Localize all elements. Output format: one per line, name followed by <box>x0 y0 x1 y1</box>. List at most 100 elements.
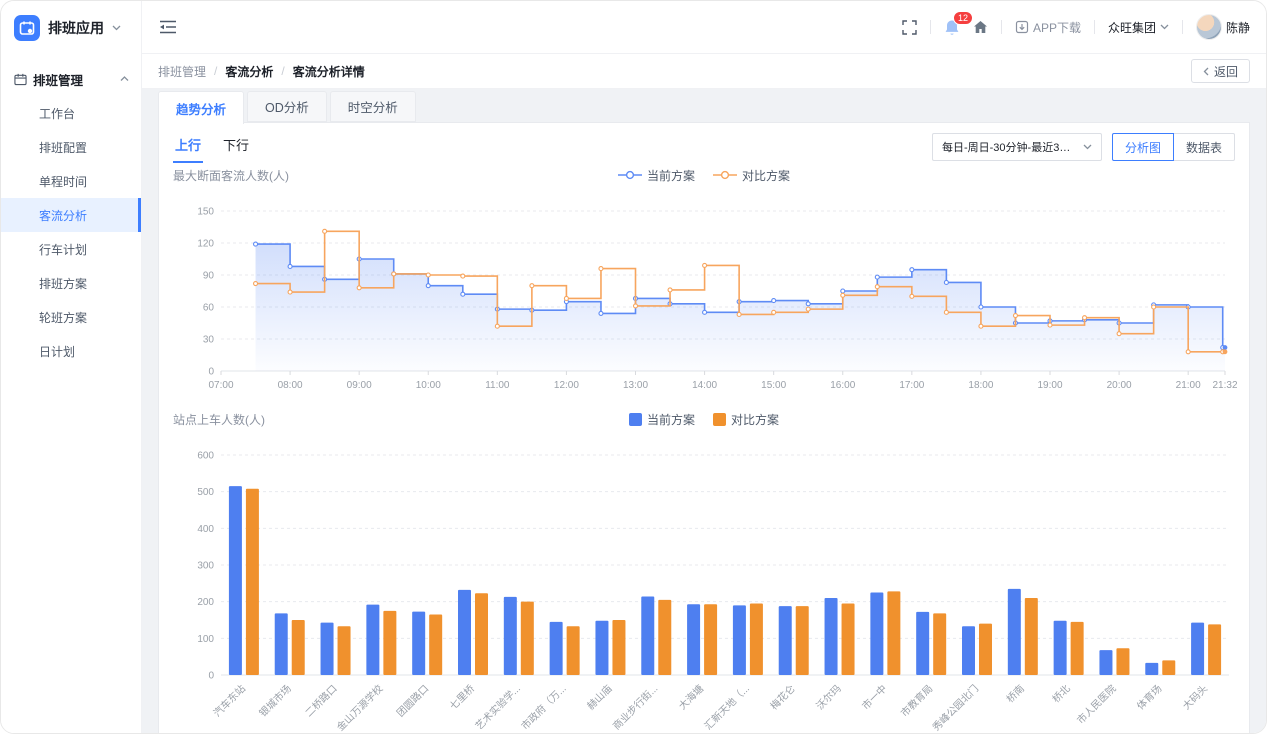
bar-current[interactable] <box>595 621 608 675</box>
bar-current[interactable] <box>1099 650 1112 675</box>
view-button-1[interactable]: 分析图 <box>1112 133 1174 161</box>
sidebar-item-6[interactable]: 排班方案 <box>1 266 141 300</box>
data-point[interactable] <box>599 267 603 271</box>
bar-current[interactable] <box>275 613 288 675</box>
data-point[interactable] <box>772 310 776 314</box>
sidebar-item-7[interactable]: 轮班方案 <box>1 300 141 334</box>
bar-current[interactable] <box>825 598 838 675</box>
data-point[interactable] <box>703 263 707 267</box>
data-point[interactable] <box>979 324 983 328</box>
bar-compare[interactable] <box>658 600 671 675</box>
notifications-bell-icon[interactable]: 12 <box>944 19 960 36</box>
bar-chart[interactable]: 0100200300400500600汽车东站银城市场二桥路口金山万源学校团圆路… <box>173 439 1237 734</box>
data-point[interactable] <box>875 275 879 279</box>
bar-current[interactable] <box>779 606 792 675</box>
data-point[interactable] <box>1117 332 1121 336</box>
bar-compare[interactable] <box>750 604 763 676</box>
bar-compare[interactable] <box>475 593 488 675</box>
line-chart[interactable]: 030609012015007:0008:0009:0010:0011:0012… <box>173 195 1237 395</box>
data-point[interactable] <box>703 310 707 314</box>
org-switcher[interactable]: 众旺集团 <box>1108 19 1169 36</box>
view-button-2[interactable]: 数据表 <box>1173 133 1235 161</box>
data-point[interactable] <box>979 305 983 309</box>
bar-compare[interactable] <box>704 604 717 675</box>
app-download-button[interactable]: APP下载 <box>1015 19 1081 36</box>
bar-compare[interactable] <box>521 602 534 675</box>
bar-current[interactable] <box>321 623 334 675</box>
bar-compare[interactable] <box>1162 660 1175 675</box>
bar-current[interactable] <box>1145 663 1158 675</box>
legend-item[interactable]: 当前方案 <box>618 167 695 184</box>
user-menu[interactable]: 陈静 <box>1196 14 1250 40</box>
data-point[interactable] <box>357 286 361 290</box>
data-point[interactable] <box>1083 316 1087 320</box>
bar-current[interactable] <box>641 597 654 675</box>
bar-compare[interactable] <box>842 604 855 676</box>
sidebar-item-1[interactable]: 工作台 <box>1 96 141 130</box>
data-point[interactable] <box>910 268 914 272</box>
data-point[interactable] <box>841 289 845 293</box>
data-point[interactable] <box>426 273 430 277</box>
bar-compare[interactable] <box>383 611 396 675</box>
data-point[interactable] <box>1186 350 1190 354</box>
app-logo-row[interactable]: 排班应用 <box>1 1 141 54</box>
data-point[interactable] <box>461 292 465 296</box>
bar-compare[interactable] <box>292 620 305 675</box>
sidebar-item-5[interactable]: 行车计划 <box>1 232 141 266</box>
data-point[interactable] <box>806 302 810 306</box>
bar-current[interactable] <box>458 590 471 675</box>
data-point[interactable] <box>323 229 327 233</box>
breadcrumb-item[interactable]: 排班管理 <box>158 63 206 80</box>
bar-current[interactable] <box>870 593 883 676</box>
data-point[interactable] <box>254 242 258 246</box>
bar-current[interactable] <box>962 626 975 675</box>
bar-compare[interactable] <box>796 606 809 675</box>
bar-compare[interactable] <box>979 624 992 675</box>
data-point[interactable] <box>392 272 396 276</box>
data-point[interactable] <box>1048 323 1052 327</box>
data-point[interactable] <box>426 284 430 288</box>
sidebar-item-4[interactable]: 客流分析 <box>1 198 141 232</box>
data-point[interactable] <box>910 294 914 298</box>
bar-current[interactable] <box>1191 623 1204 675</box>
legend-item[interactable]: 当前方案 <box>629 411 695 428</box>
tab-3[interactable]: 时空分析 <box>330 91 416 122</box>
bar-compare[interactable] <box>1116 648 1129 675</box>
breadcrumb-item[interactable]: 客流分析 <box>225 63 273 80</box>
data-point[interactable] <box>875 285 879 289</box>
bar-current[interactable] <box>366 605 379 675</box>
bar-compare[interactable] <box>338 626 351 675</box>
bar-current[interactable] <box>1008 589 1021 675</box>
data-point[interactable] <box>737 312 741 316</box>
bar-current[interactable] <box>687 604 700 675</box>
data-point-end[interactable] <box>1223 345 1228 350</box>
time-preset-select[interactable]: 每日-周日-30分钟-最近30天... <box>932 133 1102 161</box>
data-point[interactable] <box>564 296 568 300</box>
data-point[interactable] <box>288 264 292 268</box>
data-point[interactable] <box>288 290 292 294</box>
bar-current[interactable] <box>504 597 517 675</box>
bar-compare[interactable] <box>612 620 625 675</box>
home-icon[interactable] <box>973 20 988 34</box>
bar-compare[interactable] <box>1025 598 1038 675</box>
data-point[interactable] <box>1013 314 1017 318</box>
bar-compare[interactable] <box>1208 624 1221 675</box>
direction-tab-1[interactable]: 上行 <box>173 131 203 163</box>
data-point[interactable] <box>841 293 845 297</box>
data-point[interactable] <box>461 274 465 278</box>
fullscreen-icon[interactable] <box>902 20 917 35</box>
sidebar-group-scheduling[interactable]: 排班管理 <box>1 62 141 96</box>
sidebar-item-2[interactable]: 排班配置 <box>1 130 141 164</box>
data-point[interactable] <box>1152 305 1156 309</box>
bar-compare[interactable] <box>246 489 259 675</box>
bar-compare[interactable] <box>429 615 442 676</box>
legend-item[interactable]: 对比方案 <box>713 167 790 184</box>
back-button[interactable]: 返回 <box>1191 59 1250 83</box>
data-point[interactable] <box>495 324 499 328</box>
data-point[interactable] <box>772 299 776 303</box>
data-point[interactable] <box>668 288 672 292</box>
tab-1[interactable]: 趋势分析 <box>158 91 244 124</box>
bar-current[interactable] <box>412 612 425 675</box>
bar-compare[interactable] <box>933 613 946 675</box>
sidebar-item-3[interactable]: 单程时间 <box>1 164 141 198</box>
